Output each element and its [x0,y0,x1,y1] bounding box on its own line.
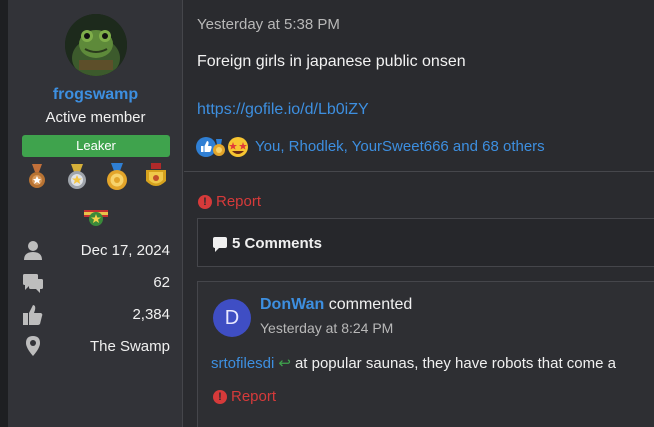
username-link[interactable]: frogswamp [8,86,183,104]
comment-report-button[interactable]: ! Report [213,388,276,405]
message-count: 62 [153,274,170,291]
location-pin-icon [26,336,40,356]
alert-icon: ! [213,390,227,404]
joined-date: Dec 17, 2024 [80,242,170,259]
user-title: Active member [45,109,146,126]
comments-count: 5 Comments [232,235,323,252]
reaction-score: 2,384 [132,306,170,323]
user-avatar[interactable] [65,14,127,76]
comment-text: at popular saunas, they have robots that… [294,355,616,372]
comment-author-line: DonWan commented [260,296,412,314]
silver-medal-icon[interactable] [65,164,89,190]
reaction-icons[interactable] [196,136,254,158]
reaction-users-link[interactable]: You, Rhodlek, YourSweet666 and 68 others [255,138,545,155]
comment-body: srtofilesdi ↩ at popular saunas, they have… [211,354,616,372]
post-main: Yesterday at 5:38 PM Foreign girls in ja… [184,0,654,427]
comment-verb: commented [328,296,413,313]
star-eyes-emoji-icon [228,137,248,157]
alert-icon: ! [198,195,212,209]
post-text: Foreign girls in japanese public onsen [197,53,466,70]
comments-section: 5 Comments [197,218,654,267]
frog-avatar-image [65,14,127,76]
like-icon [196,137,216,157]
post-timestamp[interactable]: Yesterday at 5:38 PM [197,16,340,33]
user-sidebar: frogswamp Active member Leaker Dec 17, 2 [8,0,183,427]
gold-shield-medal-icon[interactable] [144,163,168,190]
comment-report-label: Report [231,388,277,405]
rank-badge: Leaker [22,135,170,157]
commenter-name[interactable]: DonWan [260,296,324,313]
report-label: Report [216,193,262,210]
red-ribbon-medal-icon[interactable] [84,206,108,228]
post-link[interactable]: https://gofile.io/d/Lb0iZY [197,101,369,119]
report-button[interactable]: ! Report [198,193,261,210]
user-location: The Swamp [89,338,170,355]
mention-link[interactable]: srtofilesdi [211,355,274,372]
reply-arrow-icon: ↩ [278,355,291,372]
commenter-avatar[interactable]: D [213,299,251,337]
thumbs-up-icon [23,305,43,325]
bronze-medal-icon[interactable] [27,164,47,190]
comments-toggle[interactable]: 5 Comments [213,235,322,252]
user-icon [24,241,42,260]
gold-medal-icon[interactable] [105,163,129,190]
award-icon [213,139,225,156]
post-divider [184,171,654,172]
comment-bubble-icon [213,237,227,252]
comment-item: D DonWan commented Yesterday at 8:24 PM … [197,281,654,427]
messages-icon [23,274,43,293]
comment-timestamp[interactable]: Yesterday at 8:24 PM [260,320,393,336]
